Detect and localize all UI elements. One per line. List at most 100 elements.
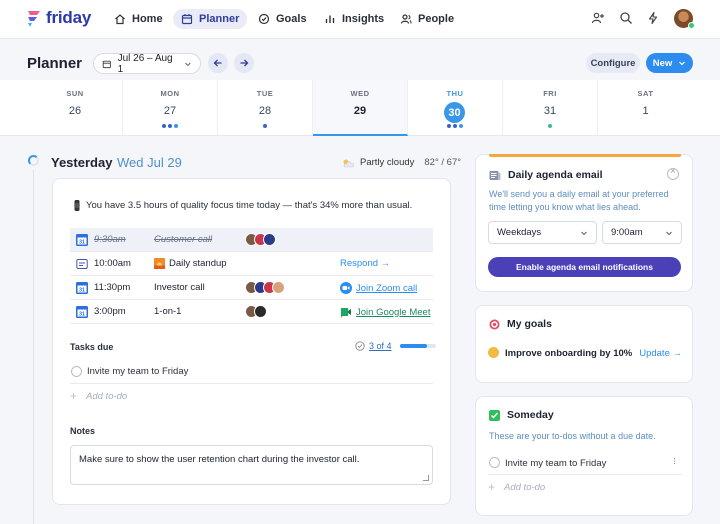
day-mon[interactable]: MON 27 — [123, 80, 218, 136]
goals-panel: My goals Improve onboarding by 10% Updat… — [475, 305, 693, 383]
attendees — [245, 233, 276, 246]
day-progress-ring — [28, 155, 39, 166]
add-todo-row[interactable]: + Add to-do — [488, 475, 545, 499]
notes-text: Make sure to show the user retention cha… — [79, 454, 360, 465]
someday-task-row[interactable]: Invite my team to Friday ··· — [488, 451, 682, 475]
event-row-1-on-1[interactable]: 31 3:00pm 1-on-1 Join Google Meet — [70, 300, 433, 324]
zoom-icon — [340, 282, 352, 294]
event-title-text: Daily standup — [169, 258, 227, 269]
google-meet-icon — [341, 308, 351, 318]
day-sun[interactable]: SUN 26 — [28, 80, 123, 136]
search-icon[interactable] — [619, 11, 633, 25]
goal-update-link[interactable]: Update → — [639, 348, 682, 359]
plus-icon: + — [70, 389, 78, 403]
day-name: FRI — [543, 89, 557, 98]
notes-textarea[interactable]: Make sure to show the user retention cha… — [70, 445, 433, 485]
attendee-avatar — [272, 281, 285, 294]
today-indicator: 30 — [444, 102, 465, 123]
calendar-icon — [181, 14, 193, 25]
goal-row[interactable]: Improve onboarding by 10% Update → — [488, 344, 682, 364]
day-wed[interactable]: WED 29 — [313, 80, 408, 136]
agenda-email-panel: Daily agenda email We'll send you a dail… — [475, 154, 693, 292]
lightning-icon[interactable] — [646, 11, 660, 25]
google-calendar-icon: 31 — [76, 282, 88, 294]
task-checkbox[interactable] — [71, 366, 82, 377]
day-sat[interactable]: SAT 1 — [598, 80, 693, 136]
chevron-down-icon — [185, 62, 191, 66]
task-row[interactable]: Invite my team to Friday — [70, 360, 433, 384]
online-status-dot — [688, 22, 695, 29]
event-dots — [218, 124, 312, 128]
panel-title: My goals — [489, 318, 552, 330]
more-options-icon[interactable]: ··· — [669, 457, 680, 464]
day-thu[interactable]: THU 30 — [408, 80, 503, 136]
target-icon — [489, 319, 500, 329]
frequency-select[interactable]: Weekdays — [488, 221, 597, 244]
attendees — [245, 281, 285, 294]
next-week-button[interactable] — [234, 53, 254, 73]
join-zoom-link[interactable]: Join Zoom call — [340, 282, 417, 294]
event-dot — [453, 124, 457, 128]
day-number: 26 — [68, 105, 82, 117]
weather-label: Partly cloudy — [360, 157, 415, 168]
prev-week-button[interactable] — [208, 53, 228, 73]
configure-button[interactable]: Configure — [586, 53, 640, 73]
nav-people-label: People — [418, 13, 455, 25]
event-row-daily-standup[interactable]: 10:00am Daily standup Respond → — [70, 252, 433, 276]
time-select[interactable]: 9:00am — [602, 221, 682, 244]
enable-agenda-email-button[interactable]: Enable agenda email notifications — [488, 257, 681, 277]
day-number: 28 — [258, 105, 272, 117]
logo[interactable]: friday — [26, 8, 91, 28]
timeline-line — [33, 170, 34, 524]
panel-title: Daily agenda email — [489, 169, 603, 181]
event-dot — [174, 124, 178, 128]
invite-icon — [76, 259, 88, 269]
top-nav: friday Home Planner Goals Insights Peopl… — [0, 0, 720, 39]
chevron-down-icon — [666, 231, 672, 235]
respond-link[interactable]: Respond → — [340, 258, 390, 269]
day-tue[interactable]: TUE 28 — [218, 80, 313, 136]
nav-home[interactable]: Home — [106, 9, 171, 29]
tasks-heading: Tasks due — [70, 342, 114, 352]
nav-insights[interactable]: Insights — [316, 9, 392, 29]
nav-planner[interactable]: Planner — [173, 9, 248, 29]
date-range-picker[interactable]: Jul 26 – Aug 1 — [93, 53, 201, 75]
event-row-customer-call[interactable]: 31 9:30am Customer call — [70, 228, 433, 252]
tasks-count: 3 of 4 — [369, 341, 392, 351]
tasks-progress-bar — [399, 344, 436, 348]
focus-summary: You have 3.5 hours of quality focus time… — [72, 200, 412, 211]
close-icon[interactable] — [667, 166, 679, 180]
new-button[interactable]: New — [646, 53, 693, 73]
join-google-meet-link[interactable]: Join Google Meet — [340, 306, 430, 318]
task-text: Invite my team to Friday — [87, 366, 189, 377]
logo-text: friday — [46, 8, 92, 27]
google-calendar-icon: 31 — [76, 234, 88, 246]
task-checkbox[interactable] — [489, 457, 500, 468]
goals-title: My goals — [507, 318, 552, 330]
day-fri[interactable]: FRI 31 — [503, 80, 598, 136]
svg-text:31: 31 — [79, 312, 85, 318]
event-title: Daily standup — [154, 258, 227, 269]
someday-title: Someday — [507, 409, 554, 421]
arrow-right-icon — [240, 59, 249, 67]
nav-people[interactable]: People — [392, 9, 462, 29]
friday-logo-icon — [28, 11, 40, 27]
week-day-strip: SUN 26 MON 27 TUE 28 WED 29 THU 30 FRI 3… — [0, 80, 720, 136]
join-google-meet-label: Join Google Meet — [356, 306, 431, 318]
resize-handle[interactable] — [423, 475, 429, 481]
add-todo-row[interactable]: + Add to-do — [70, 384, 127, 408]
new-button-label: New — [652, 57, 673, 69]
day-name: WED — [350, 89, 370, 98]
tasks-progress[interactable]: 3 of 4 — [355, 341, 436, 351]
attendee-avatar — [254, 305, 267, 318]
notes-heading: Notes — [70, 426, 96, 436]
nav-goals[interactable]: Goals — [250, 9, 315, 29]
event-title: Investor call — [154, 282, 205, 293]
add-person-icon[interactable] — [591, 11, 605, 25]
day-name: TUE — [256, 89, 274, 98]
event-row-investor-call[interactable]: 31 11:30pm Investor call Join Zoom call — [70, 276, 433, 300]
day-name: SUN — [66, 89, 84, 98]
day-name: THU — [446, 89, 464, 98]
someday-panel: Someday These are your to-dos without a … — [475, 396, 693, 516]
temperature: 82° / 67° — [424, 157, 462, 168]
